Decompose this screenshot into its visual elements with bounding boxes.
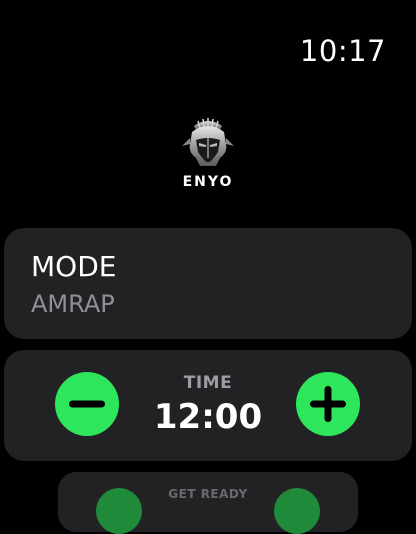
plus-icon xyxy=(296,372,360,436)
mode-label: MODE xyxy=(31,250,117,283)
helmet-logo-icon xyxy=(0,118,416,168)
get-ready-card: GET READY xyxy=(58,472,358,534)
status-bar-time: 10:17 xyxy=(299,34,386,68)
time-card: TIME 12:00 xyxy=(4,350,412,461)
mode-card[interactable]: MODE AMRAP xyxy=(4,228,412,339)
increase-time-button[interactable] xyxy=(296,372,360,436)
mode-value: AMRAP xyxy=(31,290,115,318)
brand-name: ENYO xyxy=(182,174,234,190)
increase-ready-button[interactable] xyxy=(274,488,320,534)
brand-header: ENYO xyxy=(0,118,416,190)
